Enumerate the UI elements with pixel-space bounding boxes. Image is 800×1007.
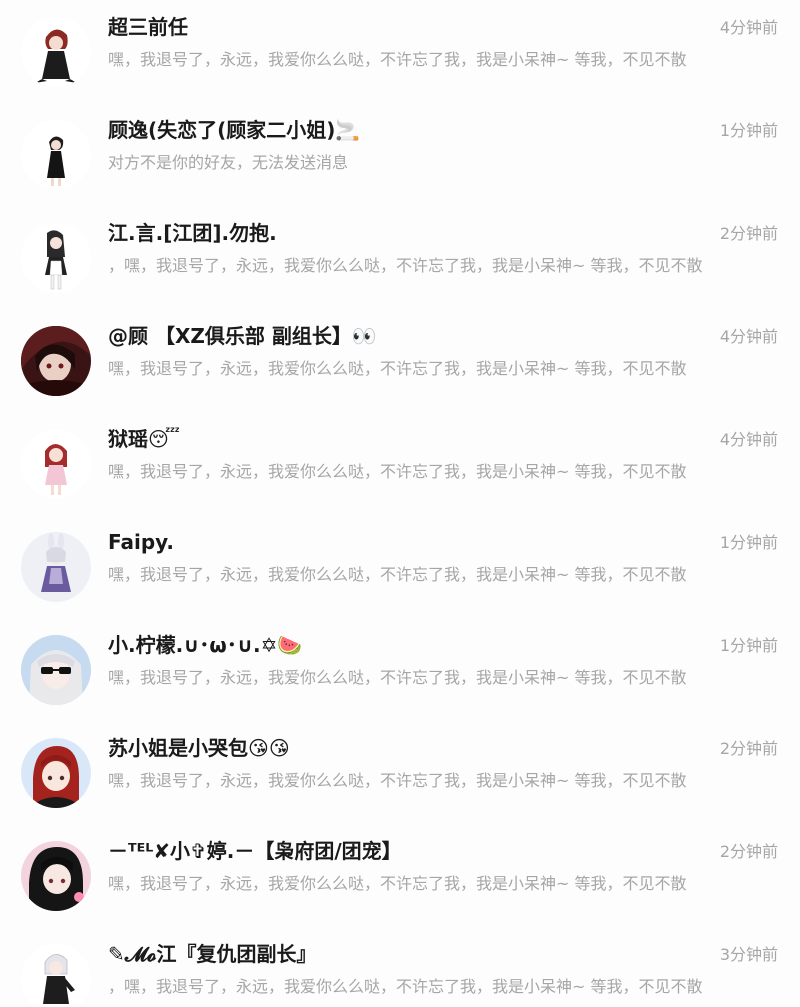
- message-time: 1分钟前: [719, 121, 778, 140]
- message-preview: 嘿，我退号了，永远，我爱你么么哒，不许忘了我，我是小呆神~ 等我，不见不散: [108, 462, 687, 481]
- message-time: 4分钟前: [719, 18, 778, 37]
- chibi-pink-girl-icon[interactable]: [21, 429, 91, 499]
- contact-name: Faipy.: [108, 530, 174, 554]
- message-time: 1分钟前: [719, 533, 778, 552]
- black-hair-girl-icon[interactable]: [21, 841, 91, 911]
- conversation-item[interactable]: 狱瑶😴 4分钟前 嘿，我退号了，永远，我爱你么么哒，不许忘了我，我是小呆神~ 等…: [0, 412, 800, 515]
- dark-portrait-icon[interactable]: [21, 326, 91, 396]
- message-time: 2分钟前: [719, 224, 778, 243]
- conversation-item[interactable]: ✎𝓜𝓸江『复仇团副长』 3分钟前 ，嘿，我退号了，永远，我爱你么么哒，不许忘了我…: [0, 927, 800, 1007]
- conversation-item[interactable]: －ᵀᴱᴸ✘小✞婷.－【枭府团/团宠】 2分钟前 嘿，我退号了，永远，我爱你么么哒…: [0, 824, 800, 927]
- conversation-item[interactable]: 苏小姐是小哭包😘😘 2分钟前 嘿，我退号了，永远，我爱你么么哒，不许忘了我，我是…: [0, 721, 800, 824]
- message-preview: ，嘿，我退号了，永远，我爱你么么哒，不许忘了我，我是小呆神~ 等我，不见不散: [108, 977, 703, 996]
- message-preview: 对方不是你的好友，无法发送消息: [108, 153, 349, 172]
- message-time: 1分钟前: [719, 636, 778, 655]
- message-time: 4分钟前: [719, 327, 778, 346]
- conversation-item[interactable]: 江.言.[江团].勿抱. 2分钟前 ，嘿，我退号了，永远，我爱你么么哒，不许忘了…: [0, 206, 800, 309]
- contact-name: @顾 【XZ俱乐部 副组长】👀: [108, 324, 377, 348]
- message-preview: 嘿，我退号了，永远，我爱你么么哒，不许忘了我，我是小呆神~ 等我，不见不散: [108, 668, 687, 687]
- message-preview: 嘿，我退号了，永远，我爱你么么哒，不许忘了我，我是小呆神~ 等我，不见不散: [108, 874, 687, 893]
- conversation-item[interactable]: Faipy. 1分钟前 嘿，我退号了，永远，我爱你么么哒，不许忘了我，我是小呆神…: [0, 515, 800, 618]
- message-preview: 嘿，我退号了，永远，我爱你么么哒，不许忘了我，我是小呆神~ 等我，不见不散: [108, 565, 687, 584]
- chibi-bunny-girl-icon[interactable]: [21, 532, 91, 602]
- contact-name: 苏小姐是小哭包😘😘: [108, 736, 290, 760]
- contact-name: 狱瑶😴: [108, 427, 181, 451]
- chibi-white-hair-icon[interactable]: [21, 944, 91, 1007]
- message-time: 3分钟前: [719, 945, 778, 964]
- conversation-item[interactable]: 顾逸(失恋了(顾家二小姐)🚬 1分钟前 对方不是你的好友，无法发送消息: [0, 103, 800, 206]
- conversation-item[interactable]: 小.柠檬.∪･ω･∪.✡🍉 1分钟前 嘿，我退号了，永远，我爱你么么哒，不许忘了…: [0, 618, 800, 721]
- contact-name: －ᵀᴱᴸ✘小✞婷.－【枭府团/团宠】: [108, 839, 402, 863]
- message-preview: 嘿，我退号了，永远，我爱你么么哒，不许忘了我，我是小呆神~ 等我，不见不散: [108, 50, 687, 69]
- conversation-list: 超三前任 4分钟前 嘿，我退号了，永远，我爱你么么哒，不许忘了我，我是小呆神~ …: [0, 0, 800, 1007]
- chibi-maid-icon[interactable]: [21, 223, 91, 293]
- contact-name: 超三前任: [108, 15, 188, 39]
- red-hair-girl-icon[interactable]: [21, 738, 91, 808]
- contact-name: ✎𝓜𝓸江『复仇团副长』: [108, 942, 317, 966]
- message-time: 2分钟前: [719, 739, 778, 758]
- message-time: 2分钟前: [719, 842, 778, 861]
- message-preview: 嘿，我退号了，永远，我爱你么么哒，不许忘了我，我是小呆神~ 等我，不见不散: [108, 771, 687, 790]
- sunglasses-girl-icon[interactable]: [21, 635, 91, 705]
- contact-name: 顾逸(失恋了(顾家二小姐)🚬: [108, 118, 361, 142]
- conversation-item[interactable]: @顾 【XZ俱乐部 副组长】👀 4分钟前 嘿，我退号了，永远，我爱你么么哒，不许…: [0, 309, 800, 412]
- contact-name: 小.柠檬.∪･ω･∪.✡🍉: [108, 633, 303, 657]
- chibi-black-dress-icon[interactable]: [21, 120, 91, 190]
- message-preview: 嘿，我退号了，永远，我爱你么么哒，不许忘了我，我是小呆神~ 等我，不见不散: [108, 359, 687, 378]
- contact-name: 江.言.[江团].勿抱.: [108, 221, 277, 245]
- conversation-item[interactable]: 超三前任 4分钟前 嘿，我退号了，永远，我爱你么么哒，不许忘了我，我是小呆神~ …: [0, 0, 800, 103]
- message-preview: ，嘿，我退号了，永远，我爱你么么哒，不许忘了我，我是小呆神~ 等我，不见不散: [108, 256, 703, 275]
- message-time: 4分钟前: [719, 430, 778, 449]
- chibi-red-hair-icon[interactable]: [21, 17, 91, 87]
